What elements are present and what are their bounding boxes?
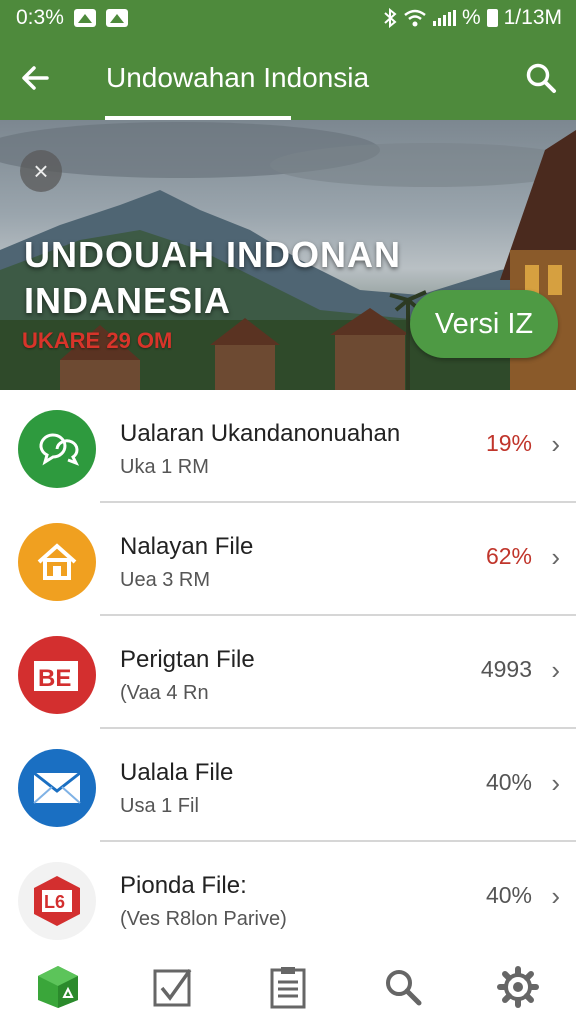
status-bar: 0:3% % 1/13M bbox=[0, 0, 576, 36]
mail-envelope-icon bbox=[18, 749, 96, 827]
list-item-value: 62% bbox=[485, 543, 532, 569]
l6-hexagon-icon: L6 bbox=[18, 862, 96, 940]
clock: 1/13M bbox=[503, 6, 562, 29]
list-item-title: Nalayan File bbox=[120, 533, 254, 560]
list-item[interactable]: Ualala File Usa 1 Fil 40% › bbox=[18, 729, 576, 842]
chevron-right-icon: › bbox=[551, 768, 560, 798]
nav-clipboard[interactable] bbox=[258, 957, 318, 1017]
list-item-subtitle: (Vaa 4 Rn bbox=[120, 682, 209, 704]
list-item-value: 40% bbox=[485, 769, 532, 795]
chat-bubbles-icon bbox=[18, 410, 96, 488]
list-item-subtitle: Uea 3 RM bbox=[120, 569, 211, 591]
page-title: Undowahan Indonsia bbox=[106, 62, 370, 93]
nav-settings[interactable] bbox=[488, 957, 548, 1017]
clipboard-icon bbox=[270, 967, 306, 1009]
list-item[interactable]: BE Perigtan File (Vaa 4 Rn 4993 › bbox=[18, 616, 576, 729]
notification-photo-icon bbox=[105, 9, 128, 27]
nav-home[interactable] bbox=[28, 957, 88, 1017]
be-document-icon: BE bbox=[18, 636, 96, 714]
settings-gear-icon bbox=[497, 966, 540, 1008]
banner-promo-text: UKARE 29 OM bbox=[22, 328, 173, 353]
bluetooth-icon bbox=[384, 8, 397, 28]
notification-image-icon bbox=[73, 9, 96, 27]
battery-icon bbox=[486, 9, 498, 27]
file-list: Ualaran Ukandanonuahan Uka 1 RM 19% › Nalaya… bbox=[0, 390, 576, 955]
signal-icon bbox=[432, 10, 456, 26]
close-icon: × bbox=[33, 155, 49, 186]
chevron-right-icon: › bbox=[551, 542, 560, 572]
checkbox-icon bbox=[153, 968, 192, 1007]
list-item-title: Ualala File bbox=[120, 759, 234, 786]
banner-headline-line2: INDANESIA bbox=[24, 280, 232, 321]
wifi-icon bbox=[404, 9, 426, 27]
banner-headline-line1: UNDOUAH INDONAN bbox=[24, 234, 401, 275]
list-item-value: 19% bbox=[485, 430, 532, 456]
list-item[interactable]: Ualaran Ukandanonuahan Uka 1 RM 19% › bbox=[18, 390, 576, 503]
bottom-navigation bbox=[0, 950, 576, 1024]
svg-text:L6: L6 bbox=[44, 892, 65, 912]
app-home-icon bbox=[37, 966, 78, 1008]
status-left-text: 0:3% bbox=[16, 6, 64, 29]
list-item-subtitle: Usa 1 Fil bbox=[120, 795, 199, 817]
list-item-value: 4993 bbox=[480, 656, 532, 682]
nav-search[interactable] bbox=[373, 957, 433, 1017]
search-button[interactable] bbox=[506, 36, 576, 120]
chevron-right-icon: › bbox=[551, 655, 560, 685]
list-item[interactable]: Nalayan File Uea 3 RM 62% › bbox=[18, 503, 576, 616]
banner-headline: UNDOUAH INDONAN INDANESIA bbox=[24, 232, 401, 324]
search-icon bbox=[526, 63, 556, 93]
app-bar: Undowahan Indonsia bbox=[0, 36, 576, 120]
list-item-value: 40% bbox=[485, 882, 532, 908]
search-icon bbox=[386, 970, 422, 1006]
version-button[interactable]: Versi IZ bbox=[410, 290, 558, 358]
chevron-right-icon: › bbox=[551, 881, 560, 911]
house-icon bbox=[18, 523, 96, 601]
close-banner-button[interactable]: × bbox=[20, 150, 62, 192]
list-item-subtitle: (Ves R8lon Parive) bbox=[120, 908, 287, 930]
list-item-title: Ualaran Ukandanonuahan bbox=[120, 420, 401, 447]
back-button[interactable] bbox=[0, 36, 70, 120]
nav-tasks[interactable] bbox=[143, 957, 203, 1017]
arrow-left-icon bbox=[22, 66, 49, 90]
battery-percent: % bbox=[461, 6, 481, 29]
list-item-title: Perigtan File bbox=[120, 646, 255, 673]
list-item-title: Pionda File: bbox=[120, 872, 247, 899]
list-item-subtitle: Uka 1 RM bbox=[120, 456, 209, 478]
chevron-right-icon: › bbox=[551, 429, 560, 459]
list-item[interactable]: L6 Pionda File: (Ves R8lon Parive) 40% › bbox=[18, 842, 576, 955]
svg-text:BE: BE bbox=[38, 665, 71, 692]
